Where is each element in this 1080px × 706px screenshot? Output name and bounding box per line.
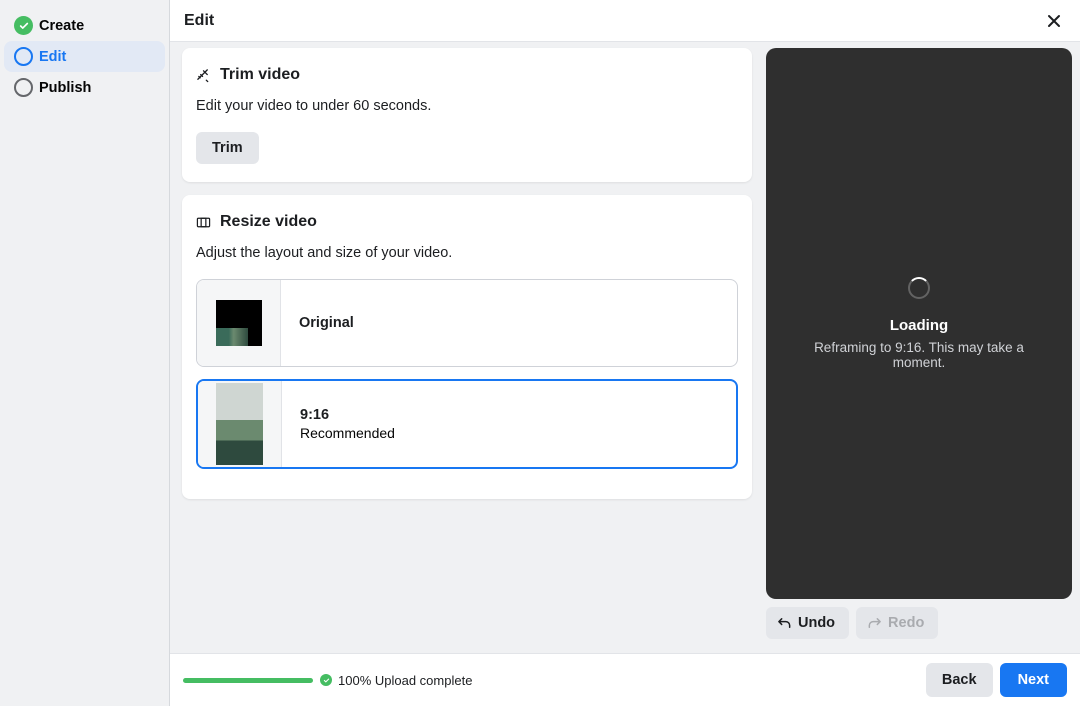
content-column: Trim video Edit your video to under 60 s…: [170, 42, 764, 653]
resize-desc: Adjust the layout and size of your video…: [196, 245, 738, 261]
undo-label: Undo: [798, 615, 835, 631]
step-label: Publish: [39, 80, 91, 96]
resize-card: Resize video Adjust the layout and size …: [182, 195, 752, 499]
header: Edit: [170, 0, 1080, 42]
preview-area: Loading Reframing to 9:16. This may take…: [766, 48, 1072, 599]
resize-option-original[interactable]: Original: [196, 279, 738, 367]
circle-icon: [14, 78, 33, 97]
main-panel: Edit Trim video Edit your video to under…: [170, 0, 1080, 706]
upload-status-text: 100% Upload complete: [338, 673, 472, 688]
option-title: 9:16: [300, 407, 395, 423]
thumbnail: [198, 381, 282, 467]
spinner-icon: [908, 277, 930, 299]
resize-option-9-16[interactable]: 9:16 Recommended: [196, 379, 738, 469]
redo-label: Redo: [888, 615, 924, 631]
resize-title: Resize video: [220, 213, 317, 231]
undo-button[interactable]: Undo: [766, 607, 849, 639]
next-button[interactable]: Next: [1000, 663, 1067, 697]
back-button[interactable]: Back: [926, 663, 993, 697]
footer: 100% Upload complete Back Next: [170, 653, 1080, 706]
check-circle-icon: [14, 16, 33, 35]
trim-icon: [196, 68, 211, 83]
upload-progress-bar: [183, 678, 313, 683]
redo-icon: [867, 616, 882, 631]
circle-icon: [14, 47, 33, 66]
step-edit[interactable]: Edit: [4, 41, 165, 72]
upload-status: 100% Upload complete: [320, 673, 472, 688]
step-label: Create: [39, 18, 84, 34]
step-sidebar: Create Edit Publish: [0, 0, 170, 706]
option-title: Original: [299, 315, 354, 331]
loading-subtitle: Reframing to 9:16. This may take a momen…: [786, 340, 1052, 370]
thumbnail: [197, 280, 281, 366]
option-subtitle: Recommended: [300, 425, 395, 441]
resize-icon: [196, 215, 211, 230]
redo-button[interactable]: Redo: [856, 607, 938, 639]
body: Trim video Edit your video to under 60 s…: [170, 42, 1080, 653]
undo-redo-row: Undo Redo: [766, 599, 1072, 653]
check-circle-icon: [320, 674, 332, 686]
step-create[interactable]: Create: [4, 10, 165, 41]
trim-button[interactable]: Trim: [196, 132, 259, 164]
step-publish[interactable]: Publish: [4, 72, 165, 103]
trim-title: Trim video: [220, 66, 300, 84]
close-button[interactable]: [1040, 7, 1068, 35]
step-label: Edit: [39, 49, 66, 65]
preview-column: Loading Reframing to 9:16. This may take…: [764, 42, 1080, 653]
close-icon: [1045, 12, 1063, 30]
trim-card: Trim video Edit your video to under 60 s…: [182, 48, 752, 182]
page-title: Edit: [184, 12, 214, 30]
loading-title: Loading: [890, 317, 948, 334]
trim-desc: Edit your video to under 60 seconds.: [196, 98, 738, 114]
undo-icon: [777, 616, 792, 631]
